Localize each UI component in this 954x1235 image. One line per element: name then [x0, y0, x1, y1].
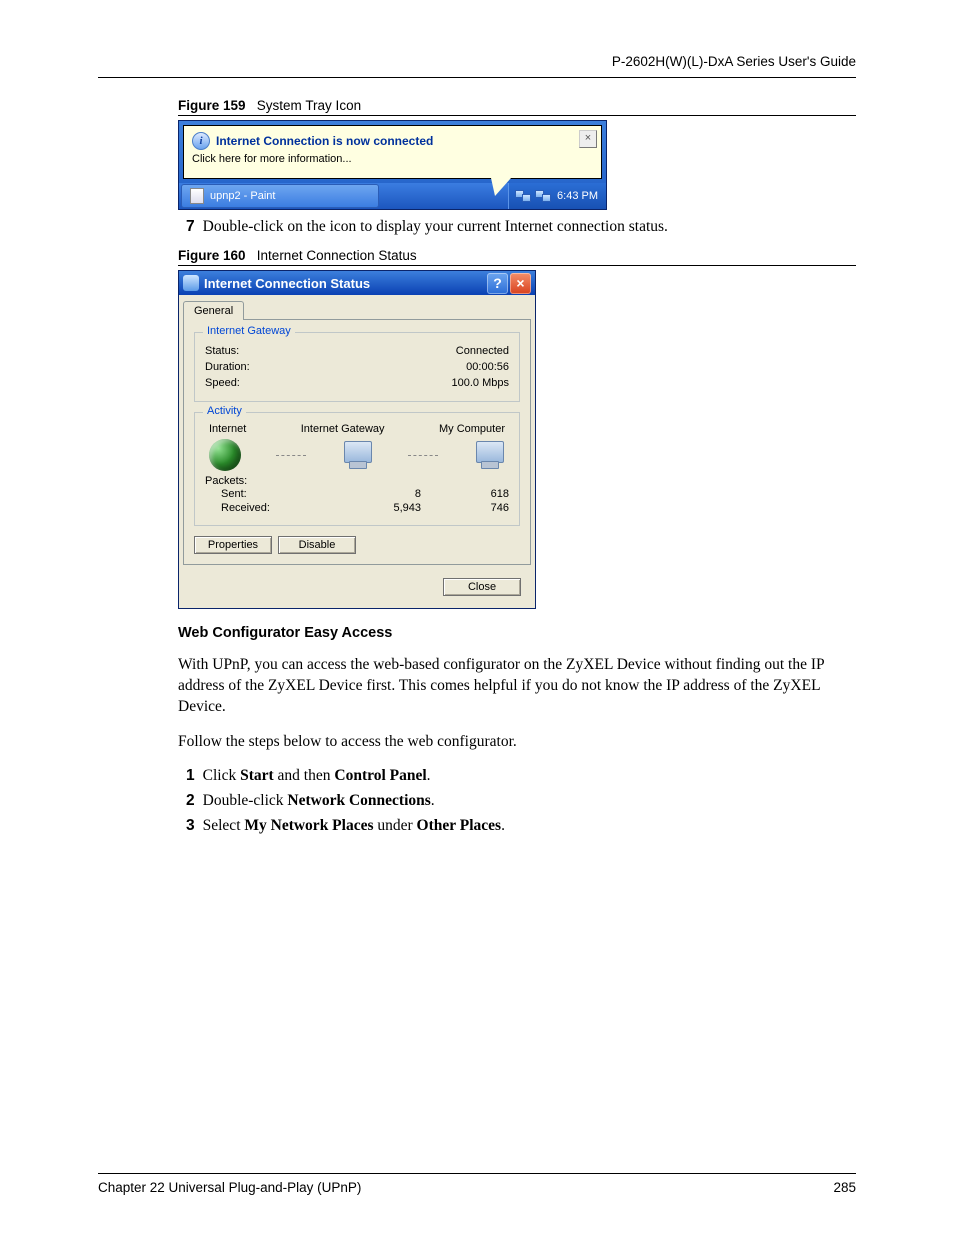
- duration-value: 00:00:56: [466, 361, 509, 373]
- header-rule: [98, 77, 856, 78]
- row-received: Received: 5,943 746: [205, 501, 509, 515]
- group-legend-activity: Activity: [203, 405, 246, 417]
- app-icon: [183, 275, 199, 291]
- tab-strip: General: [179, 295, 535, 320]
- packets-header: Packets:: [205, 475, 509, 487]
- duration-label: Duration:: [205, 361, 305, 373]
- info-icon: i: [192, 132, 210, 150]
- taskbar-button-paint[interactable]: upnp2 - Paint: [181, 184, 379, 208]
- step-number: 7: [186, 218, 195, 236]
- step-7: 7 Double-click on the icon to display yo…: [186, 218, 856, 236]
- globe-icon: [209, 439, 241, 471]
- col-gateway: Internet Gateway: [301, 423, 385, 435]
- section-heading: Web Configurator Easy Access: [178, 625, 856, 641]
- balloon-tooltip[interactable]: × i Internet Connection is now connected…: [183, 125, 602, 179]
- section-para-2: Follow the steps below to access the web…: [178, 732, 856, 753]
- figure-159-caption: Figure 159 System Tray Icon: [178, 98, 856, 116]
- section-para-1: With UPnP, you can access the web-based …: [178, 655, 856, 718]
- footer-page-number: 285: [833, 1180, 856, 1195]
- speed-label: Speed:: [205, 377, 305, 389]
- dialog-titlebar: Internet Connection Status ? ×: [179, 271, 535, 295]
- network-icon-2[interactable]: [535, 189, 551, 203]
- step-text: Double-click on the icon to display your…: [203, 218, 668, 236]
- status-value: Connected: [456, 345, 509, 357]
- page-footer: Chapter 22 Universal Plug-and-Play (UPnP…: [98, 1173, 856, 1195]
- close-button[interactable]: ×: [510, 273, 531, 294]
- network-icon[interactable]: [515, 189, 531, 203]
- figure-160-caption: Figure 160 Internet Connection Status: [178, 248, 856, 266]
- row-sent: Sent: 8 618: [205, 487, 509, 501]
- taskbar-clock: 6:43 PM: [555, 190, 600, 202]
- properties-button[interactable]: Properties: [194, 536, 272, 554]
- disable-button[interactable]: Disable: [278, 536, 356, 554]
- step-1: 1 Click Start and then Control Panel.: [186, 767, 856, 785]
- balloon-subtext: Click here for more information...: [192, 153, 593, 165]
- taskbar: upnp2 - Paint 6:43 PM: [179, 183, 606, 209]
- gateway-pc-icon: [341, 441, 373, 469]
- dialog-title: Internet Connection Status: [204, 276, 370, 291]
- balloon-title: Internet Connection is now connected: [216, 134, 433, 148]
- footer-chapter: Chapter 22 Universal Plug-and-Play (UPnP…: [98, 1180, 361, 1195]
- close-dialog-button[interactable]: Close: [443, 578, 521, 596]
- help-button[interactable]: ?: [487, 273, 508, 294]
- col-internet: Internet: [209, 423, 246, 435]
- figure-159-systray: × i Internet Connection is now connected…: [178, 120, 607, 210]
- step-2: 2 Double-click Network Connections.: [186, 792, 856, 810]
- group-legend: Internet Gateway: [203, 325, 295, 337]
- group-internet-gateway: Internet Gateway Status: Connected Durat…: [194, 332, 520, 402]
- step-3: 3 Select My Network Places under Other P…: [186, 817, 856, 835]
- figure-160-dialog: Internet Connection Status ? × General I…: [178, 270, 536, 609]
- col-computer: My Computer: [439, 423, 505, 435]
- balloon-close-icon[interactable]: ×: [579, 130, 597, 148]
- tab-general[interactable]: General: [183, 301, 244, 320]
- my-pc-icon: [473, 441, 505, 469]
- status-label: Status:: [205, 345, 305, 357]
- systray-area: 6:43 PM: [508, 183, 606, 209]
- header-guide-title: P-2602H(W)(L)-DxA Series User's Guide: [98, 54, 856, 69]
- steps-list: 1 Click Start and then Control Panel. 2 …: [186, 767, 856, 835]
- paint-icon: [190, 188, 204, 204]
- group-activity: Activity Internet Internet Gateway My Co…: [194, 412, 520, 526]
- speed-value: 100.0 Mbps: [452, 377, 509, 389]
